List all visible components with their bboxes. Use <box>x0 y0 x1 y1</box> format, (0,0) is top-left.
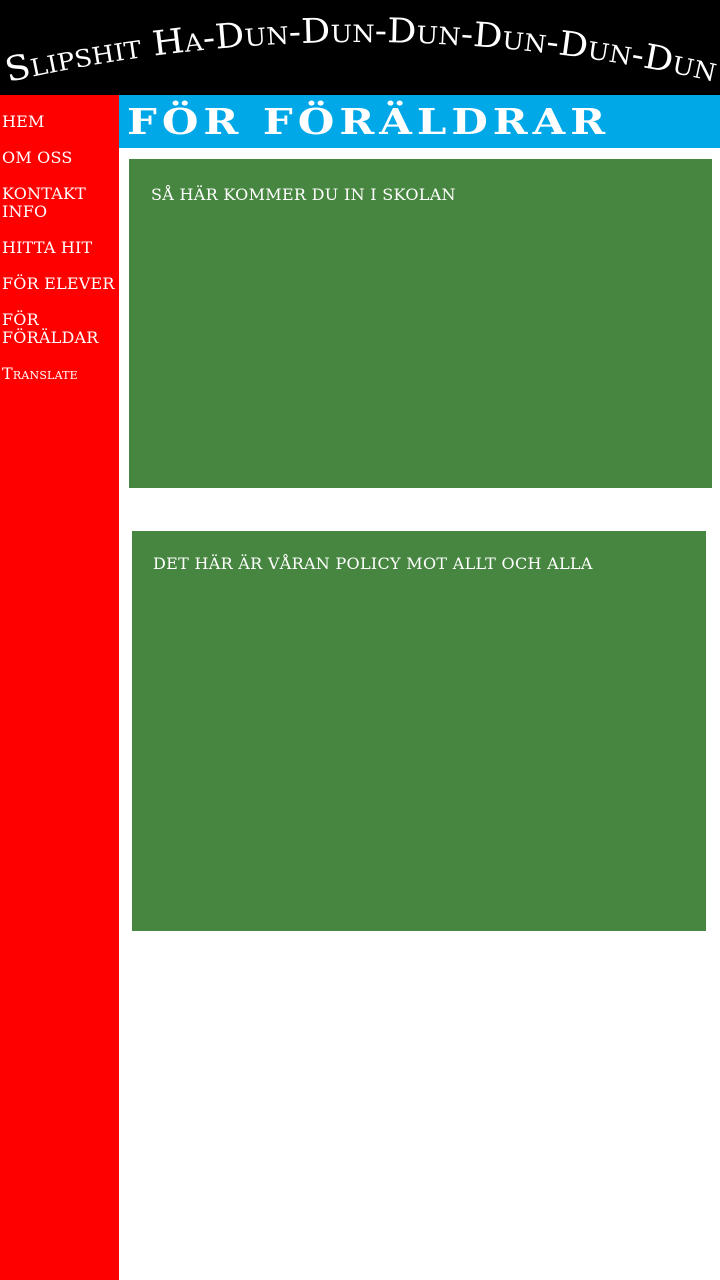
site-title-art: Slipshit Ha-Dun-Dun-Dun-Dun-Dun-Dun <box>1 11 720 91</box>
sidebar-item-for-elever[interactable]: FÖR ELEVER <box>0 275 119 293</box>
nav-list-item: HEM <box>0 113 119 131</box>
nav-list-item: HITTA HIT <box>0 239 119 257</box>
sidebar-item-for-foraldar[interactable]: FÖR FÖRÄLDAR <box>0 311 119 347</box>
section-heading: DET HÄR ÄR VÅRAN POLICY MOT ALLT OCH ALL… <box>153 554 593 573</box>
content-section-entry: SÅ HÄR KOMMER DU IN I SKOLAN <box>129 159 712 488</box>
page-title-bar: FÖR FÖRÄLDRAR <box>119 95 720 148</box>
sidebar-item-translate[interactable]: Translate <box>0 365 119 383</box>
sidebar-item-hitta-hit[interactable]: HITTA HIT <box>0 239 119 257</box>
site-title: Slipshit Ha-Dun-Dun-Dun-Dun-Dun-Dun <box>1 11 720 91</box>
sidebar-nav: HEM OM OSS KONTAKT INFO HITTA HIT FÖR EL… <box>0 95 119 1280</box>
nav-list-item: FÖR ELEVER <box>0 275 119 293</box>
site-title-text: Slipshit Ha-Dun-Dun-Dun-Dun-Dun-Dun <box>1 11 720 91</box>
site-header: Slipshit Ha-Dun-Dun-Dun-Dun-Dun-Dun <box>0 0 720 95</box>
nav-list: HEM OM OSS KONTAKT INFO HITTA HIT FÖR EL… <box>0 95 119 383</box>
nav-list-item: KONTAKT INFO <box>0 185 119 221</box>
page-title: FÖR FÖRÄLDRAR <box>127 100 611 143</box>
page: Slipshit Ha-Dun-Dun-Dun-Dun-Dun-Dun HEM … <box>0 0 720 1280</box>
sidebar-item-kontakt-info[interactable]: KONTAKT INFO <box>0 185 119 221</box>
sidebar-item-om-oss[interactable]: OM OSS <box>0 149 119 167</box>
sidebar-item-hem[interactable]: HEM <box>0 113 119 131</box>
section-heading: SÅ HÄR KOMMER DU IN I SKOLAN <box>151 185 456 204</box>
nav-list-item: Translate <box>0 365 119 383</box>
nav-list-item: OM OSS <box>0 149 119 167</box>
content-section-policy: DET HÄR ÄR VÅRAN POLICY MOT ALLT OCH ALL… <box>132 531 706 931</box>
nav-list-item: FÖR FÖRÄLDAR <box>0 311 119 347</box>
